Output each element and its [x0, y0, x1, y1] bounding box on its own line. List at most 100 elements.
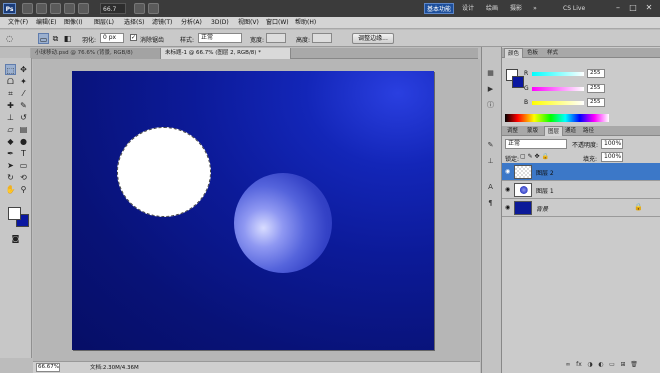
clone-stamp-icon[interactable]: ⊥ [5, 112, 16, 123]
tool-preset-icon[interactable]: ◌ [4, 33, 15, 44]
menu-analysis[interactable]: 分析(A) [181, 17, 202, 29]
height-input[interactable] [312, 33, 332, 43]
antialias-checkbox[interactable]: ✓ [130, 34, 137, 41]
channel-g-value[interactable]: 255 [587, 84, 605, 93]
zoom-icon[interactable]: ⚲ [18, 184, 29, 195]
type-tool-icon[interactable]: T [18, 148, 29, 159]
refine-edge-button[interactable]: 调整边缘... [352, 33, 394, 44]
bridge-icon[interactable] [22, 3, 33, 14]
channel-b-slider[interactable] [532, 101, 584, 105]
doc-tab-ball-move[interactable]: 小球移动.psd @ 76.6% (背景, RGB/8) [31, 48, 161, 59]
channel-g-slider[interactable] [532, 87, 584, 91]
workspace-essentials-button[interactable]: 基本功能 [424, 3, 454, 14]
zoom-level-select[interactable]: 66.7 [100, 3, 126, 14]
hand-icon[interactable]: ✋ [5, 184, 16, 195]
workspace-photography-button[interactable]: 摄影 [506, 3, 526, 14]
hand-tool-icon[interactable] [64, 3, 75, 14]
history-panel-icon[interactable]: ▦ [485, 68, 496, 79]
layer-style-icon[interactable]: fx [575, 361, 583, 369]
marquee-tool-icon[interactable]: ⬚ [5, 64, 16, 75]
eraser-icon[interactable]: ▱ [5, 124, 16, 135]
visibility-eye-icon[interactable]: ◉ [505, 168, 513, 176]
clone-source-icon[interactable]: ⊥ [485, 156, 496, 167]
visibility-eye-icon[interactable]: ◉ [505, 186, 513, 194]
style-select[interactable]: 正常 [198, 33, 242, 43]
magic-wand-icon[interactable]: ✦ [18, 76, 29, 87]
tab-masks[interactable]: 蒙版 [524, 126, 541, 136]
channel-r-slider[interactable] [532, 72, 584, 76]
tab-layers[interactable]: 图层 [544, 126, 564, 136]
delete-layer-icon[interactable]: 🗑 [630, 361, 638, 369]
fill-input[interactable]: 100% [601, 152, 623, 162]
new-selection-icon[interactable]: ▭ [38, 33, 49, 44]
menu-file[interactable]: 文件(F) [8, 17, 28, 29]
link-layers-icon[interactable]: ∞ [564, 361, 572, 369]
color-panel-background[interactable] [512, 76, 524, 88]
tab-adjustments[interactable]: 调整 [504, 126, 521, 136]
quick-mask-icon[interactable]: ◙ [10, 233, 21, 244]
lasso-tool-icon[interactable]: ᗝ [5, 76, 16, 87]
tab-swatches[interactable]: 色板 [524, 48, 541, 58]
layer-name[interactable]: 图层 1 [536, 186, 554, 195]
blur-tool-icon[interactable]: ◆ [5, 136, 16, 147]
menu-window[interactable]: 窗口(W) [266, 17, 289, 29]
new-group-icon[interactable]: ▭ [608, 361, 616, 369]
actions-panel-icon[interactable]: ▶ [485, 84, 496, 95]
screen-mode-icon[interactable] [148, 3, 159, 14]
move-tool-icon[interactable]: ✥ [18, 64, 29, 75]
feather-input[interactable]: 0 px [100, 33, 124, 43]
shape-tool-icon[interactable]: ▭ [18, 160, 29, 171]
dodge-tool-icon[interactable]: ● [18, 136, 29, 147]
tab-styles[interactable]: 样式 [544, 48, 561, 58]
menu-filter[interactable]: 滤镜(T) [152, 17, 172, 29]
tab-paths[interactable]: 路径 [580, 126, 597, 136]
path-selection-icon[interactable]: ➤ [5, 160, 16, 171]
view-extras-icon[interactable] [50, 3, 61, 14]
cs-live-button[interactable]: CS Live [563, 3, 599, 14]
more-workspaces-button[interactable]: » [530, 3, 540, 14]
menu-help[interactable]: 帮助(H) [295, 17, 316, 29]
maximize-button[interactable]: □ [627, 2, 639, 14]
subtract-selection-icon[interactable]: ◧ [62, 33, 73, 44]
layer-name[interactable]: 背景 [536, 204, 548, 213]
history-brush-icon[interactable]: ↺ [18, 112, 29, 123]
healing-brush-icon[interactable]: ✚ [5, 100, 16, 111]
eyedropper-icon[interactable]: ⁄ [18, 88, 29, 99]
close-button[interactable]: ✕ [643, 2, 655, 14]
menu-image[interactable]: 图像(I) [64, 17, 82, 29]
workspace-painting-button[interactable]: 绘画 [482, 3, 502, 14]
arrange-documents-icon[interactable] [134, 3, 145, 14]
new-layer-icon[interactable]: ⊞ [619, 361, 627, 369]
menu-layer[interactable]: 图层(L) [94, 17, 114, 29]
visibility-eye-icon[interactable]: ◉ [505, 204, 513, 212]
blue-sphere[interactable] [234, 173, 332, 273]
minimize-button[interactable]: – [612, 2, 624, 14]
blend-mode-select[interactable]: 正常 [505, 139, 567, 149]
menu-view[interactable]: 视图(V) [238, 17, 259, 29]
zoom-tool-icon[interactable] [78, 3, 89, 14]
opacity-input[interactable]: 100% [601, 139, 623, 149]
white-circle-selection[interactable] [117, 127, 211, 217]
brush-panel-icon[interactable]: ✎ [485, 140, 496, 151]
paragraph-panel-icon[interactable]: ¶ [485, 198, 496, 209]
menu-select[interactable]: 选择(S) [124, 17, 145, 29]
tab-color[interactable]: 颜色 [504, 48, 524, 58]
mini-bridge-icon[interactable] [36, 3, 47, 14]
add-selection-icon[interactable]: ⧉ [50, 33, 61, 44]
pen-tool-icon[interactable]: ✒ [5, 148, 16, 159]
status-zoom-input[interactable]: 66.67% [36, 363, 60, 372]
gradient-tool-icon[interactable]: ▤ [18, 124, 29, 135]
layer-name[interactable]: 图层 2 [536, 168, 554, 177]
menu-3d[interactable]: 3D(D) [211, 17, 229, 29]
info-panel-icon[interactable]: ⓘ [485, 100, 496, 111]
width-input[interactable] [266, 33, 286, 43]
channel-b-value[interactable]: 255 [587, 98, 605, 107]
layer-mask-icon[interactable]: ◑ [586, 361, 594, 369]
crop-tool-icon[interactable]: ⌗ [5, 88, 16, 99]
tab-channels[interactable]: 通道 [562, 126, 579, 136]
adjustment-layer-icon[interactable]: ◐ [597, 361, 605, 369]
lock-icons[interactable]: ▢ ✎ ✥ 🔒 [520, 153, 549, 160]
doc-tab-untitled[interactable]: 未标题-1 @ 66.7% (图层 2, RGB/8) * [161, 48, 291, 59]
3d-camera-icon[interactable]: ⟲ [18, 172, 29, 183]
menu-edit[interactable]: 编辑(E) [36, 17, 56, 29]
